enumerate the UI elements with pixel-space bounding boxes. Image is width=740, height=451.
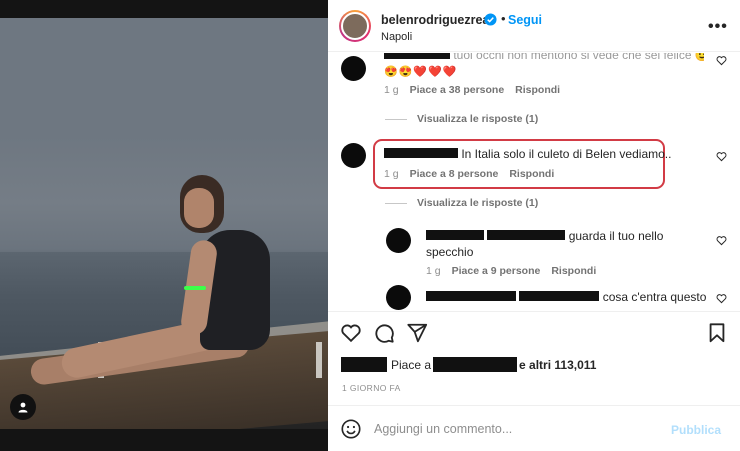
separator-dot: • [501, 11, 506, 26]
reply-avatar[interactable] [386, 228, 411, 253]
comment-body: In Italia solo il culeto di Belen vediam… [461, 147, 672, 161]
post-header: belenrodriguezreal • Segui Napoli ••• [328, 0, 740, 52]
emoji-picker-icon[interactable] [340, 418, 362, 440]
comment-input[interactable] [374, 419, 654, 439]
follow-button[interactable]: Segui [508, 13, 542, 27]
user-icon [18, 402, 28, 413]
comment-meta: 1 g Piace a 38 persone Rispondi [384, 84, 560, 96]
comment-text: In Italia solo il culeto di Belen vediam… [384, 146, 671, 162]
author-avatar[interactable] [339, 10, 371, 42]
comment-meta: 1 g Piace a 8 persone Rispondi [384, 168, 554, 180]
like-comment-heart-icon[interactable] [716, 151, 727, 162]
like-comment-heart-icon[interactable] [716, 235, 727, 246]
save-bookmark-icon[interactable] [706, 322, 728, 344]
reply-avatar[interactable] [386, 285, 411, 310]
redacted-username [433, 357, 518, 372]
like-comment-heart-icon[interactable] [716, 55, 727, 66]
more-options-button[interactable]: ••• [708, 18, 728, 36]
view-replies-button[interactable]: Visualizza le risposte (1) [385, 113, 538, 125]
likes-prefix: Piace a [391, 357, 432, 372]
commenter-avatar[interactable] [341, 56, 366, 81]
commenter-avatar[interactable] [341, 143, 366, 168]
redacted-username [384, 53, 450, 59]
tagged-user-button[interactable] [10, 394, 36, 420]
post-photo[interactable] [0, 0, 328, 451]
post-sidebar: belenrodriguezreal • Segui Napoli ••• tu… [328, 0, 740, 451]
reply-body: cosa c'entra questo [602, 290, 707, 304]
photo-bracelet [184, 286, 206, 290]
reply-text: guarda il tuo nello [426, 228, 663, 244]
reply-text-line2: specchio [426, 245, 474, 259]
comment-composer: Pubblica [328, 405, 740, 451]
comment-emojis: 😍😍❤️❤️❤️ [384, 66, 458, 78]
verified-badge-icon [484, 13, 497, 26]
photo-top-border [0, 0, 328, 18]
reply-button[interactable]: Rispondi [551, 265, 596, 277]
reply-likes[interactable]: Piace a 9 persone [452, 265, 541, 277]
post-actions [328, 311, 740, 351]
photo-rail [316, 342, 322, 378]
redacted-username [426, 291, 516, 301]
reply-button[interactable]: Rispondi [515, 84, 560, 96]
reply-time: 1 g [426, 265, 441, 277]
comment-bubble-icon[interactable] [373, 322, 395, 344]
comment-text-partial: tuoi occhi non mentono si vede che sei f… [453, 53, 704, 62]
redacted-mention [487, 230, 566, 240]
reply-text: cosa c'entra questo [426, 289, 706, 305]
comment-time: 1 g [384, 84, 399, 96]
post-date[interactable]: 1 GIORNO FA [342, 383, 401, 393]
share-send-icon[interactable] [406, 322, 428, 344]
like-comment-heart-icon[interactable] [716, 293, 727, 304]
author-username[interactable]: belenrodriguezreal [381, 13, 493, 27]
photo-bottom-border [0, 429, 328, 451]
reply-body: guarda il tuo nello [568, 229, 664, 243]
comment-likes[interactable]: Piace a 8 persone [410, 168, 499, 180]
likes-count[interactable]: e altri 113,011 [519, 358, 596, 372]
comment-text: tuoi occhi non mentono si vede che sei f… [384, 53, 704, 63]
view-replies-button[interactable]: Visualizza le risposte (1) [385, 197, 538, 209]
like-heart-icon[interactable] [340, 322, 362, 344]
redacted-username [426, 230, 484, 240]
post-location[interactable]: Napoli [381, 31, 412, 43]
comment-time: 1 g [384, 168, 399, 180]
comment-likes[interactable]: Piace a 38 persone [410, 84, 505, 96]
reply-button[interactable]: Rispondi [509, 168, 554, 180]
redacted-mention [519, 291, 600, 301]
redacted-username [384, 148, 458, 158]
post-likes[interactable]: Piace a e altri 113,011 [341, 357, 596, 372]
redacted-username [341, 357, 387, 372]
photo-person-face [184, 188, 214, 228]
reply-meta: 1 g Piace a 9 persone Rispondi [426, 265, 596, 277]
comments-list[interactable]: tuoi occhi non mentono si vede che sei f… [328, 53, 740, 310]
publish-button[interactable]: Pubblica [671, 423, 721, 437]
